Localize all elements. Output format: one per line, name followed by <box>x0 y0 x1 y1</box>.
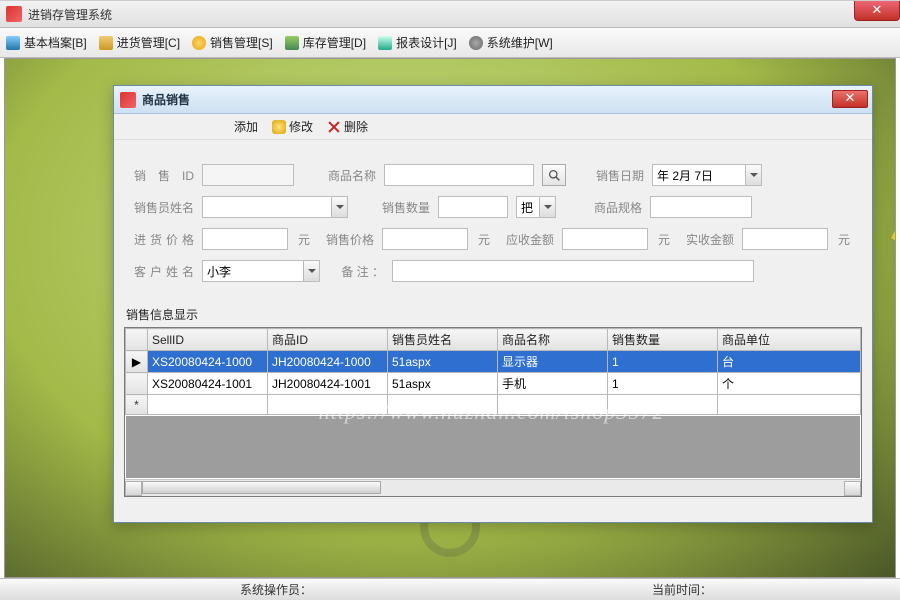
app-title: 进销存管理系统 <box>28 6 112 23</box>
grid-header-row: SellID 商品ID 销售员姓名 商品名称 销售数量 商品单位 <box>126 329 861 351</box>
input-remark[interactable] <box>392 260 754 282</box>
chevron-down-icon[interactable] <box>331 197 347 217</box>
label-product-name: 商品名称 <box>320 167 376 184</box>
table-row[interactable]: ▶XS20080424-1000JH20080424-100051aspx显示器… <box>126 351 861 373</box>
menu-purchase[interactable]: 进货管理[C] <box>99 34 180 51</box>
dialog-icon <box>120 92 136 108</box>
label-sell-date: 销售日期 <box>588 167 644 184</box>
label-customer: 客户姓名 <box>134 263 194 280</box>
input-spec[interactable] <box>650 196 752 218</box>
report-icon <box>378 36 392 50</box>
scroll-left-button[interactable] <box>125 481 142 496</box>
col-qty[interactable]: 销售数量 <box>608 329 718 351</box>
status-bar: 系统操作员： 当前时间： <box>0 578 900 600</box>
unit-yuan: 元 <box>298 231 310 248</box>
sales-dialog: 商品销售 ✕ 添加 修改 删除 销 售 ID 商品名称 销售日期 <box>113 85 873 523</box>
table-row[interactable]: XS20080424-1001JH20080424-100151aspx手机1个 <box>126 373 861 395</box>
input-sell-id <box>202 164 294 186</box>
label-sell-id: 销 售 ID <box>134 167 194 184</box>
grid-empty-area <box>126 416 860 478</box>
combo-staff[interactable] <box>202 196 348 218</box>
label-sale-price: 销售价格 <box>318 231 374 248</box>
menu-inventory[interactable]: 库存管理[D] <box>285 34 366 51</box>
table-new-row[interactable]: * <box>126 395 861 415</box>
chevron-down-icon[interactable] <box>303 261 319 281</box>
document-icon <box>6 36 20 50</box>
search-icon <box>548 169 561 182</box>
input-purchase-price[interactable] <box>202 228 288 250</box>
label-spec: 商品规格 <box>586 199 642 216</box>
toolbar-add[interactable]: 添加 <box>234 118 258 135</box>
label-remark: 备 注 ： <box>328 263 384 280</box>
data-grid[interactable]: SellID 商品ID 销售员姓名 商品名称 销售数量 商品单位 ▶XS2008… <box>124 327 862 497</box>
edit-icon <box>272 120 286 134</box>
status-operator: 系统操作员： <box>230 581 322 598</box>
dialog-titlebar: 商品销售 ✕ <box>114 86 872 114</box>
form-area: 销 售 ID 商品名称 销售日期 销售员姓名 <box>114 140 872 302</box>
dialog-title: 商品销售 <box>142 91 190 108</box>
col-staff[interactable]: 销售员姓名 <box>388 329 498 351</box>
label-purchase-price: 进货价格 <box>134 231 194 248</box>
menu-sales[interactable]: 销售管理[S] <box>192 34 273 51</box>
col-unit[interactable]: 商品单位 <box>718 329 861 351</box>
scroll-thumb[interactable] <box>142 481 381 494</box>
menu-basic-archives[interactable]: 基本档案[B] <box>6 34 87 51</box>
col-sellid[interactable]: SellID <box>148 329 268 351</box>
inbox-icon <box>99 36 113 50</box>
section-label: 销售信息显示 <box>126 306 872 323</box>
main-titlebar: 进销存管理系统 ✕ <box>0 0 900 28</box>
menu-report[interactable]: 报表设计[J] <box>378 34 457 51</box>
main-menubar: 基本档案[B] 进货管理[C] 销售管理[S] 库存管理[D] 报表设计[J] … <box>0 28 900 58</box>
input-sale-price[interactable] <box>382 228 468 250</box>
dialog-close-button[interactable]: ✕ <box>832 90 868 108</box>
app-icon <box>6 6 22 22</box>
chevron-down-icon[interactable] <box>745 165 761 185</box>
combo-unit[interactable] <box>516 196 556 218</box>
main-close-button[interactable]: ✕ <box>854 1 900 21</box>
coin-icon <box>192 36 206 50</box>
toolbar-edit[interactable]: 修改 <box>272 118 313 135</box>
chevron-down-icon[interactable] <box>539 197 555 217</box>
label-received: 实收金额 <box>678 231 734 248</box>
input-qty[interactable] <box>438 196 508 218</box>
scroll-right-button[interactable] <box>844 481 861 496</box>
client-area: 商品销售 ✕ 添加 修改 删除 销 售 ID 商品名称 销售日期 <box>4 58 896 578</box>
scroll-track[interactable] <box>142 481 844 496</box>
toolbar-delete[interactable]: 删除 <box>327 118 368 135</box>
label-qty: 销售数量 <box>374 199 430 216</box>
search-button[interactable] <box>542 164 566 186</box>
delete-icon <box>327 120 341 134</box>
input-receivable[interactable] <box>562 228 648 250</box>
input-product-name[interactable] <box>384 164 534 186</box>
gear-icon <box>469 36 483 50</box>
horizontal-scrollbar[interactable] <box>125 479 861 496</box>
col-productid[interactable]: 商品ID <box>268 329 388 351</box>
combo-customer[interactable] <box>202 260 320 282</box>
label-staff: 销售员姓名 <box>134 199 194 216</box>
box-icon <box>285 36 299 50</box>
dialog-toolbar: 添加 修改 删除 <box>114 114 872 140</box>
menu-system[interactable]: 系统维护[W] <box>469 34 553 51</box>
label-receivable: 应收金额 <box>498 231 554 248</box>
col-product-name[interactable]: 商品名称 <box>498 329 608 351</box>
status-time: 当前时间： <box>642 581 722 598</box>
date-picker[interactable] <box>652 164 762 186</box>
input-received[interactable] <box>742 228 828 250</box>
